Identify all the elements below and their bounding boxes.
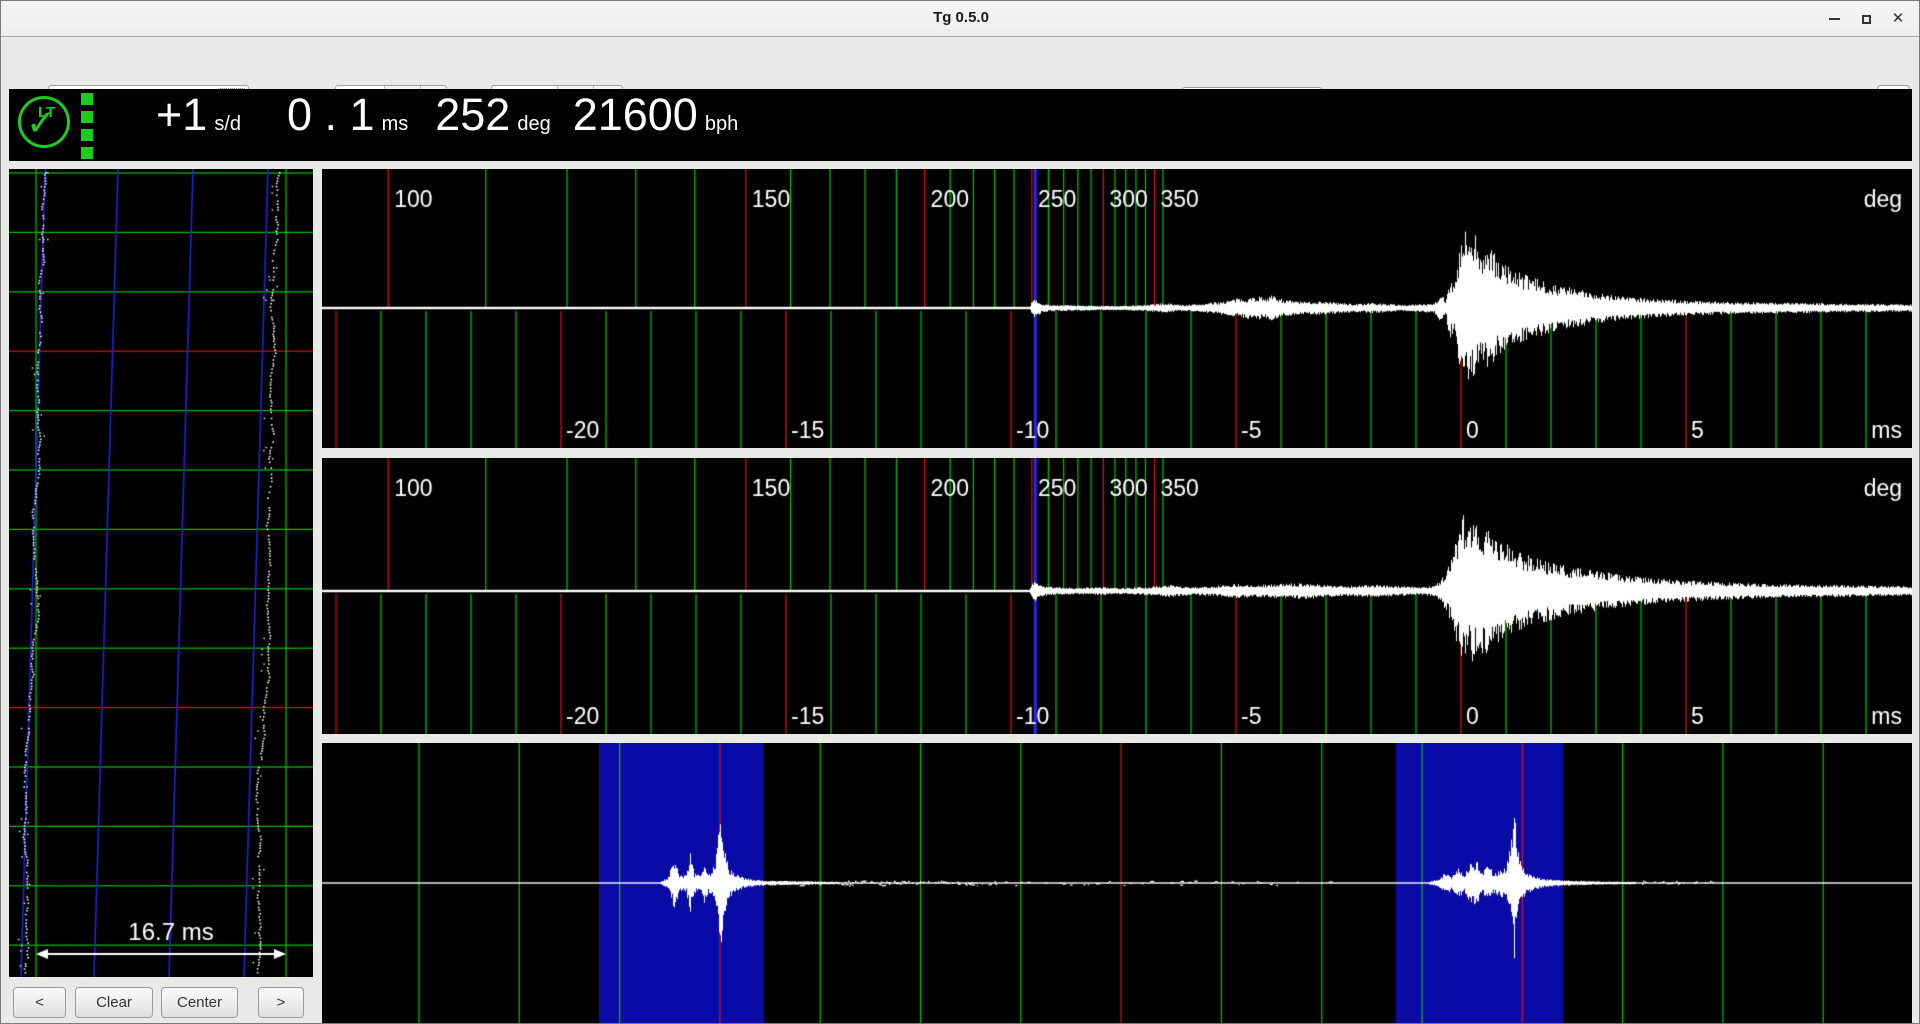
beat-error-value: 0 . 1 (287, 89, 375, 140)
bph-unit: bph (705, 113, 738, 135)
toolbar: bph 21600 ▼ lift angle 44 − + cal +0.0 −… (1, 38, 1920, 88)
amplitude-unit: deg (517, 113, 550, 135)
tg-logo-icon: LT ✓ (18, 96, 76, 154)
tg-app-window: Tg 0.5.0 ✕ bph 21600 ▼ lift angle 44 − +… (0, 0, 1920, 1024)
tock-waveform-panel (322, 458, 1912, 734)
logo-check-icon: ✓ (26, 102, 56, 144)
bph-value: 21600 (573, 89, 698, 140)
close-button[interactable]: ✕ (1885, 7, 1911, 31)
close-icon: ✕ (1892, 10, 1905, 27)
beat-audio-panel (322, 743, 1912, 1023)
paperstrip-display (9, 169, 313, 977)
bph-readout: 21600 bph (573, 89, 739, 141)
signal-block (81, 111, 93, 123)
beat-error-readout: 0 . 1 ms (287, 89, 408, 141)
maximize-button[interactable] (1853, 7, 1879, 31)
signal-block (81, 147, 93, 159)
amplitude-readout: 252 deg (435, 89, 550, 141)
scroll-left-button[interactable]: < (13, 987, 66, 1018)
signal-block (81, 129, 93, 141)
beat-error-unit: ms (382, 113, 409, 135)
tick-waveform-panel (322, 169, 1912, 448)
scroll-right-button[interactable]: > (258, 987, 304, 1018)
rate-unit: s/d (214, 113, 241, 135)
signal-strength-indicator (81, 93, 93, 165)
minimize-icon (1829, 18, 1840, 20)
center-button[interactable]: Center (161, 987, 238, 1018)
signal-block (81, 93, 93, 105)
maximize-icon (1862, 15, 1871, 24)
title-bar: Tg 0.5.0 ✕ (1, 1, 1920, 37)
rate-value: +1 (156, 89, 207, 140)
minimize-button[interactable] (1821, 7, 1847, 31)
status-bar: LT ✓ +1 s/d 0 . 1 ms 252 deg 21600 bph (9, 89, 1912, 161)
amplitude-value: 252 (435, 89, 510, 140)
clear-button[interactable]: Clear (75, 987, 153, 1018)
window-title: Tg 0.5.0 (1, 9, 1920, 26)
rate-readout: +1 s/d (156, 89, 241, 141)
